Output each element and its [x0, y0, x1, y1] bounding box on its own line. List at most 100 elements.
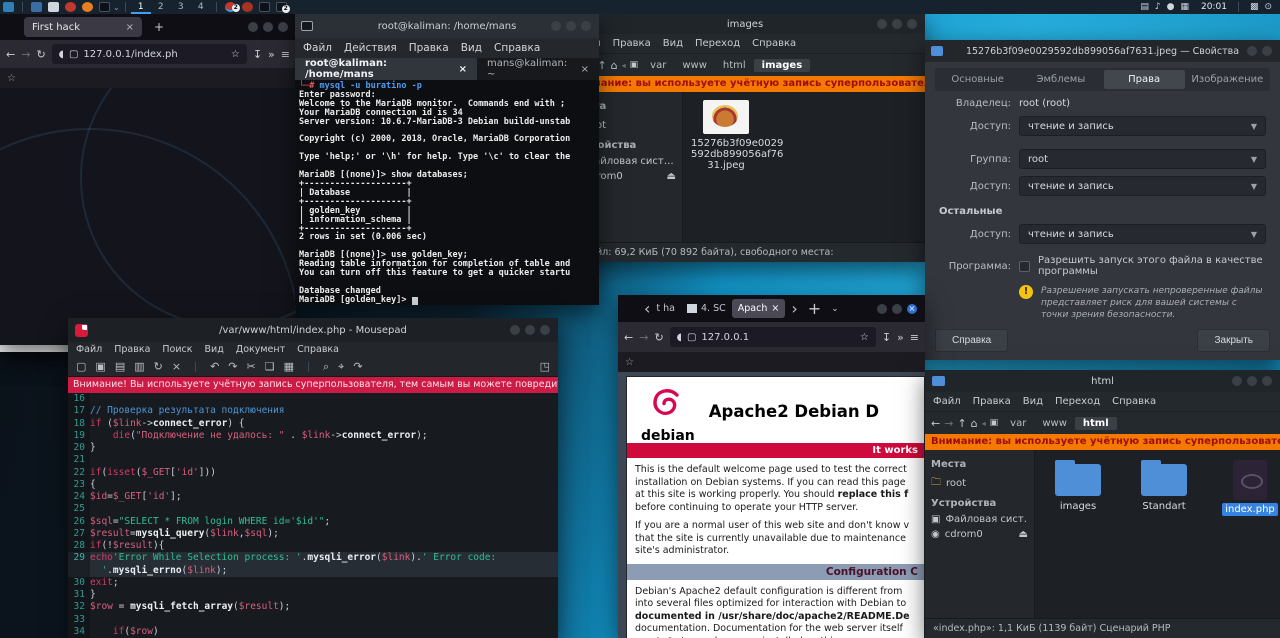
home-icon[interactable]: ⌂	[971, 417, 978, 430]
title-bar[interactable]: images	[565, 14, 925, 34]
close-tab-icon[interactable]: ×	[126, 22, 134, 33]
clipboard-icon[interactable]: ▤	[1140, 2, 1149, 12]
search-replace-icon[interactable]: ⌖	[338, 360, 344, 374]
menu-item[interactable]: Вид	[663, 38, 683, 49]
close-button[interactable]: ×	[907, 304, 917, 314]
close-document-icon[interactable]: ×	[172, 360, 181, 373]
minimize-button[interactable]	[877, 304, 887, 314]
tab-user-session[interactable]: mans@kaliman: ~ ×	[477, 58, 599, 80]
menu-item[interactable]: Вид	[1023, 396, 1043, 407]
back-button[interactable]: ←	[6, 48, 15, 61]
menu-item[interactable]: Правка	[114, 344, 150, 355]
menu-item[interactable]: Справка	[297, 344, 339, 355]
tab-general[interactable]: Основные	[937, 70, 1018, 89]
group-select[interactable]: root▼	[1019, 149, 1266, 169]
close-tab-icon[interactable]: ×	[771, 303, 779, 314]
downloads-icon[interactable]: ↧	[882, 331, 891, 344]
copy-icon[interactable]: ❏	[265, 360, 275, 373]
terminal-icon[interactable]	[99, 2, 110, 12]
group-access-select[interactable]: чтение и запись▼	[1019, 176, 1266, 196]
reload-button[interactable]: ↻	[654, 331, 663, 344]
breadcrumb-item[interactable]: images	[754, 59, 811, 72]
fullscreen-icon[interactable]: ◳	[540, 360, 550, 373]
shield-icon[interactable]: ◖	[59, 49, 64, 60]
open-file-icon[interactable]: ▣	[95, 360, 105, 373]
back-button[interactable]: ←	[624, 331, 633, 344]
title-bar[interactable]: html	[925, 370, 1280, 392]
tab-sql-tutorial[interactable]: 4. SC	[681, 299, 732, 318]
tab-image[interactable]: Изображение	[1187, 70, 1268, 89]
breadcrumb-item[interactable]: html	[1075, 417, 1117, 430]
cut-icon[interactable]: ✂	[247, 360, 256, 373]
bookmark-star-icon[interactable]: ☆	[231, 49, 240, 60]
collapse-icon[interactable]: ◂	[982, 419, 986, 428]
tab-apache[interactable]: Apach×	[732, 299, 786, 318]
sidebar-item-filesystem[interactable]: ▣Файловая сист…	[931, 512, 1028, 527]
new-tab-button[interactable]: +	[154, 20, 164, 34]
shield-icon[interactable]: ◖	[677, 332, 682, 343]
owner-access-select[interactable]: чтение и запись▼	[1019, 116, 1266, 136]
forward-button[interactable]: →	[639, 331, 648, 344]
running-editor-icon[interactable]: 2	[276, 2, 287, 12]
undo-icon[interactable]: ↶	[210, 360, 219, 373]
sidebar-item-cdrom[interactable]: ◉cdrom0⏏	[931, 527, 1028, 542]
others-access-select[interactable]: чтение и запись▼	[1019, 224, 1266, 244]
hamburger-menu-icon[interactable]: ≡	[910, 331, 919, 344]
url-bar[interactable]: ◖ ▢ 127.0.0.1/index.ph ☆	[52, 44, 247, 64]
menu-item[interactable]: Действия	[344, 42, 397, 54]
allow-execute-checkbox[interactable]	[1019, 261, 1030, 272]
menu-item[interactable]: Переход	[695, 38, 740, 49]
forward-icon[interactable]: →	[944, 417, 953, 430]
window-switcher-icon[interactable]	[31, 2, 42, 12]
tab-emblems[interactable]: Эмблемы	[1020, 70, 1101, 89]
menu-item[interactable]: Переход	[1055, 396, 1100, 407]
running-app-icon[interactable]	[242, 2, 253, 12]
paste-icon[interactable]: ▦	[284, 360, 294, 373]
title-bar[interactable]: 15276b3f09e0029592db899056af7631.jpeg — …	[925, 40, 1280, 62]
up-icon[interactable]: ↑	[957, 417, 966, 430]
updates-package-icon[interactable]: ▩	[1250, 2, 1259, 12]
menu-item[interactable]: Правка	[973, 396, 1011, 407]
menu-item[interactable]: Поиск	[162, 344, 192, 355]
maximize-button[interactable]	[892, 304, 902, 314]
notifications-bell-icon[interactable]: ●	[1167, 2, 1175, 12]
tab-list-icon[interactable]: ⌄	[831, 304, 839, 314]
folder-item-standart[interactable]: Standart	[1129, 458, 1199, 513]
volume-icon[interactable]: ♪	[1155, 2, 1161, 12]
save-as-icon[interactable]: ▥	[134, 360, 144, 373]
tab-root-session[interactable]: root@kaliman: /home/mans ×	[295, 58, 477, 80]
close-button[interactable]	[581, 21, 591, 31]
breadcrumb-item[interactable]: html	[715, 59, 754, 72]
redo-icon[interactable]: ↷	[228, 360, 237, 373]
workspace-1[interactable]: 1	[131, 0, 151, 14]
drive-icon[interactable]: ▣	[990, 418, 999, 428]
overflow-menu-icon[interactable]: »	[897, 331, 904, 344]
title-bar[interactable]: /var/www/html/index.php - Mousepad	[68, 318, 558, 342]
drive-icon[interactable]: ▣	[630, 60, 639, 70]
image-file-item[interactable]: 15276b3f09e0029 592db899056af76 31.jpeg	[691, 100, 761, 171]
firefox-red-icon[interactable]	[65, 2, 76, 12]
file-item-index-php[interactable]: index.php	[1215, 458, 1280, 516]
clock[interactable]: 20:01	[1201, 2, 1227, 12]
tab-first-hack[interactable]: First hack ×	[24, 17, 142, 37]
close-dialog-button[interactable]: Закрыть	[1197, 329, 1270, 352]
tab-first-hack-partial[interactable]: t ha	[650, 299, 681, 318]
reload-icon[interactable]: ↻	[154, 360, 163, 373]
back-icon[interactable]: ←	[931, 417, 940, 430]
chevron-down-icon[interactable]: ⌄	[113, 3, 120, 12]
page-info-icon[interactable]: ▢	[687, 332, 696, 343]
breadcrumb-item[interactable]: www	[1034, 417, 1075, 430]
forward-button[interactable]: →	[21, 48, 30, 61]
eject-icon[interactable]: ⏏	[1019, 529, 1028, 540]
title-bar[interactable]: root@kaliman: /home/mans	[295, 14, 599, 38]
minimize-button[interactable]	[551, 21, 561, 31]
go-to-line-icon[interactable]: ↷	[353, 360, 362, 373]
breadcrumb-item[interactable]: var	[1002, 417, 1034, 430]
menu-item[interactable]: Справка	[494, 42, 540, 54]
file-manager-icon[interactable]	[48, 2, 59, 12]
close-tab-icon[interactable]: ×	[581, 64, 589, 75]
app-menu-icon[interactable]	[3, 2, 14, 12]
menu-item[interactable]: Правка	[409, 42, 449, 54]
new-tab-button[interactable]: +	[808, 299, 821, 318]
menu-item[interactable]: Файл	[303, 42, 332, 54]
